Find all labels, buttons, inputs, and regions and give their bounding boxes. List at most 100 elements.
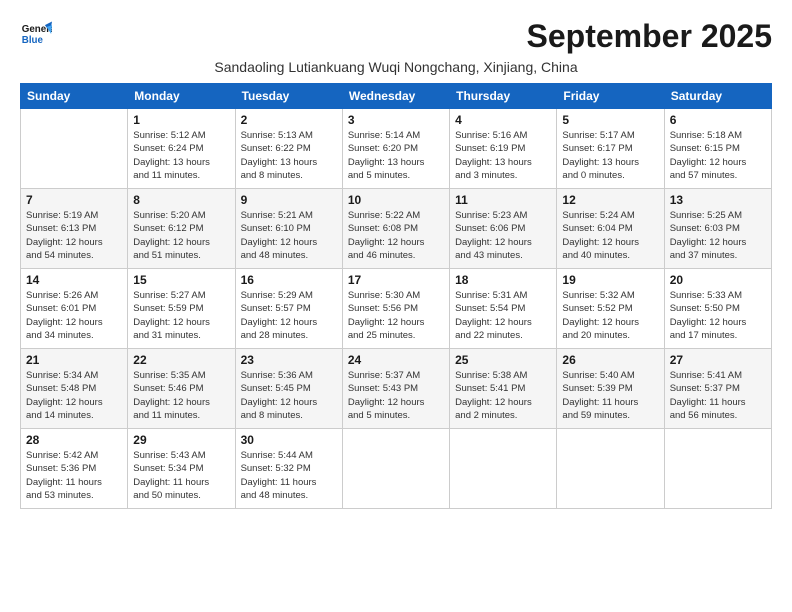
day-number: 21 — [26, 353, 122, 367]
day-number: 19 — [562, 273, 658, 287]
calendar-cell: 12 Sunrise: 5:24 AMSunset: 6:04 PMDayligh… — [557, 189, 664, 269]
calendar-cell: 30Sunrise: 5:44 AMSunset: 5:32 PMDayligh… — [235, 429, 342, 509]
svg-text:Blue: Blue — [22, 35, 44, 46]
cell-details: Sunrise: 5:14 AMSunset: 6:20 PMDaylight:… — [348, 129, 444, 182]
calendar-cell: 25Sunrise: 5:38 AMSunset: 5:41 PMDayligh… — [450, 349, 557, 429]
day-number: 29 — [133, 433, 229, 447]
calendar-cell — [450, 429, 557, 509]
calendar-cell: 29 Sunrise: 5:43 AMSunset: 5:34 PMDayligh… — [128, 429, 235, 509]
cell-details: Sunrise: 5:34 AMSunset: 5:48 PMDaylight:… — [26, 369, 122, 422]
day-number: 9 — [241, 193, 337, 207]
calendar-cell: 24 Sunrise: 5:37 AMSunset: 5:43 PMDayligh… — [342, 349, 449, 429]
day-number: 1 — [133, 113, 229, 127]
cell-details: Sunrise: 5:37 AMSunset: 5:43 PMDaylight:… — [348, 369, 444, 422]
calendar-week-row: 1 Sunrise: 5:12 AMSunset: 6:24 PMDaylight… — [21, 109, 772, 189]
day-number: 13 — [670, 193, 766, 207]
calendar-cell: 20 Sunrise: 5:33 AMSunset: 5:50 PMDayligh… — [664, 269, 771, 349]
calendar-cell: 26Sunrise: 5:40 AMSunset: 5:39 PMDayligh… — [557, 349, 664, 429]
cell-details: Sunrise: 5:30 AMSunset: 5:56 PMDaylight:… — [348, 289, 444, 342]
month-title: September 2025 — [527, 18, 772, 55]
cell-details: Sunrise: 5:24 AMSunset: 6:04 PMDaylight:… — [562, 209, 658, 262]
logo-icon: General Blue — [20, 18, 52, 55]
cell-details: Sunrise: 5:41 AMSunset: 5:37 PMDaylight:… — [670, 369, 766, 422]
cell-details: Sunrise: 5:17 AMSunset: 6:17 PMDaylight:… — [562, 129, 658, 182]
calendar-cell: 21 Sunrise: 5:34 AMSunset: 5:48 PMDayligh… — [21, 349, 128, 429]
calendar-cell — [342, 429, 449, 509]
cell-details: Sunrise: 5:36 AMSunset: 5:45 PMDaylight:… — [241, 369, 337, 422]
day-number: 12 — [562, 193, 658, 207]
day-number: 17 — [348, 273, 444, 287]
day-number: 14 — [26, 273, 122, 287]
calendar-week-row: 14Sunrise: 5:26 AMSunset: 6:01 PMDayligh… — [21, 269, 772, 349]
calendar-cell: 13 Sunrise: 5:25 AMSunset: 6:03 PMDayligh… — [664, 189, 771, 269]
header-cell-friday: Friday — [557, 84, 664, 109]
day-number: 20 — [670, 273, 766, 287]
calendar-cell: 14Sunrise: 5:26 AMSunset: 6:01 PMDayligh… — [21, 269, 128, 349]
header-cell-thursday: Thursday — [450, 84, 557, 109]
cell-details: Sunrise: 5:33 AMSunset: 5:50 PMDaylight:… — [670, 289, 766, 342]
header-cell-wednesday: Wednesday — [342, 84, 449, 109]
cell-details: Sunrise: 5:43 AMSunset: 5:34 PMDaylight:… — [133, 449, 229, 502]
cell-details: Sunrise: 5:21 AMSunset: 6:10 PMDaylight:… — [241, 209, 337, 262]
calendar-cell: 3 Sunrise: 5:14 AMSunset: 6:20 PMDaylight… — [342, 109, 449, 189]
calendar-cell — [557, 429, 664, 509]
day-number: 3 — [348, 113, 444, 127]
calendar-header-row: SundayMondayTuesdayWednesdayThursdayFrid… — [21, 84, 772, 109]
calendar-cell: 18 Sunrise: 5:31 AMSunset: 5:54 PMDayligh… — [450, 269, 557, 349]
calendar-week-row: 7 Sunrise: 5:19 AMSunset: 6:13 PMDaylight… — [21, 189, 772, 269]
day-number: 24 — [348, 353, 444, 367]
header-cell-tuesday: Tuesday — [235, 84, 342, 109]
calendar-cell: 22 Sunrise: 5:35 AMSunset: 5:46 PMDayligh… — [128, 349, 235, 429]
day-number: 18 — [455, 273, 551, 287]
calendar-cell: 4Sunrise: 5:16 AMSunset: 6:19 PMDaylight… — [450, 109, 557, 189]
calendar-cell: 16 Sunrise: 5:29 AMSunset: 5:57 PMDayligh… — [235, 269, 342, 349]
logo: General Blue — [20, 18, 52, 55]
calendar-body: 1 Sunrise: 5:12 AMSunset: 6:24 PMDaylight… — [21, 109, 772, 509]
header-cell-monday: Monday — [128, 84, 235, 109]
day-number: 30 — [241, 433, 337, 447]
cell-details: Sunrise: 5:27 AMSunset: 5:59 PMDaylight:… — [133, 289, 229, 342]
calendar-cell: 27 Sunrise: 5:41 AMSunset: 5:37 PMDayligh… — [664, 349, 771, 429]
day-number: 11 — [455, 193, 551, 207]
day-number: 7 — [26, 193, 122, 207]
calendar-cell: 23Sunrise: 5:36 AMSunset: 5:45 PMDayligh… — [235, 349, 342, 429]
cell-details: Sunrise: 5:22 AMSunset: 6:08 PMDaylight:… — [348, 209, 444, 262]
calendar-cell: 15 Sunrise: 5:27 AMSunset: 5:59 PMDayligh… — [128, 269, 235, 349]
day-number: 2 — [241, 113, 337, 127]
cell-details: Sunrise: 5:19 AMSunset: 6:13 PMDaylight:… — [26, 209, 122, 262]
day-number: 28 — [26, 433, 122, 447]
cell-details: Sunrise: 5:38 AMSunset: 5:41 PMDaylight:… — [455, 369, 551, 422]
calendar-cell: 17 Sunrise: 5:30 AMSunset: 5:56 PMDayligh… — [342, 269, 449, 349]
cell-details: Sunrise: 5:12 AMSunset: 6:24 PMDaylight:… — [133, 129, 229, 182]
header: General Blue September 2025 — [20, 18, 772, 55]
day-number: 27 — [670, 353, 766, 367]
day-number: 5 — [562, 113, 658, 127]
subtitle: Sandaoling Lutiankuang Wuqi Nongchang, X… — [20, 59, 772, 75]
calendar-cell: 7 Sunrise: 5:19 AMSunset: 6:13 PMDaylight… — [21, 189, 128, 269]
cell-details: Sunrise: 5:29 AMSunset: 5:57 PMDaylight:… — [241, 289, 337, 342]
cell-details: Sunrise: 5:31 AMSunset: 5:54 PMDaylight:… — [455, 289, 551, 342]
day-number: 8 — [133, 193, 229, 207]
cell-details: Sunrise: 5:13 AMSunset: 6:22 PMDaylight:… — [241, 129, 337, 182]
day-number: 15 — [133, 273, 229, 287]
calendar-cell: 6Sunrise: 5:18 AMSunset: 6:15 PMDaylight… — [664, 109, 771, 189]
day-number: 6 — [670, 113, 766, 127]
calendar-week-row: 28Sunrise: 5:42 AMSunset: 5:36 PMDayligh… — [21, 429, 772, 509]
cell-details: Sunrise: 5:35 AMSunset: 5:46 PMDaylight:… — [133, 369, 229, 422]
cell-details: Sunrise: 5:16 AMSunset: 6:19 PMDaylight:… — [455, 129, 551, 182]
cell-details: Sunrise: 5:32 AMSunset: 5:52 PMDaylight:… — [562, 289, 658, 342]
calendar-cell: 2 Sunrise: 5:13 AMSunset: 6:22 PMDaylight… — [235, 109, 342, 189]
calendar-table: SundayMondayTuesdayWednesdayThursdayFrid… — [20, 83, 772, 509]
calendar-cell — [664, 429, 771, 509]
calendar-cell: 28Sunrise: 5:42 AMSunset: 5:36 PMDayligh… — [21, 429, 128, 509]
calendar-cell: 10Sunrise: 5:22 AMSunset: 6:08 PMDayligh… — [342, 189, 449, 269]
day-number: 22 — [133, 353, 229, 367]
calendar-week-row: 21 Sunrise: 5:34 AMSunset: 5:48 PMDayligh… — [21, 349, 772, 429]
calendar-cell — [21, 109, 128, 189]
day-number: 26 — [562, 353, 658, 367]
day-number: 16 — [241, 273, 337, 287]
cell-details: Sunrise: 5:25 AMSunset: 6:03 PMDaylight:… — [670, 209, 766, 262]
cell-details: Sunrise: 5:20 AMSunset: 6:12 PMDaylight:… — [133, 209, 229, 262]
calendar-cell: 9 Sunrise: 5:21 AMSunset: 6:10 PMDaylight… — [235, 189, 342, 269]
header-cell-saturday: Saturday — [664, 84, 771, 109]
